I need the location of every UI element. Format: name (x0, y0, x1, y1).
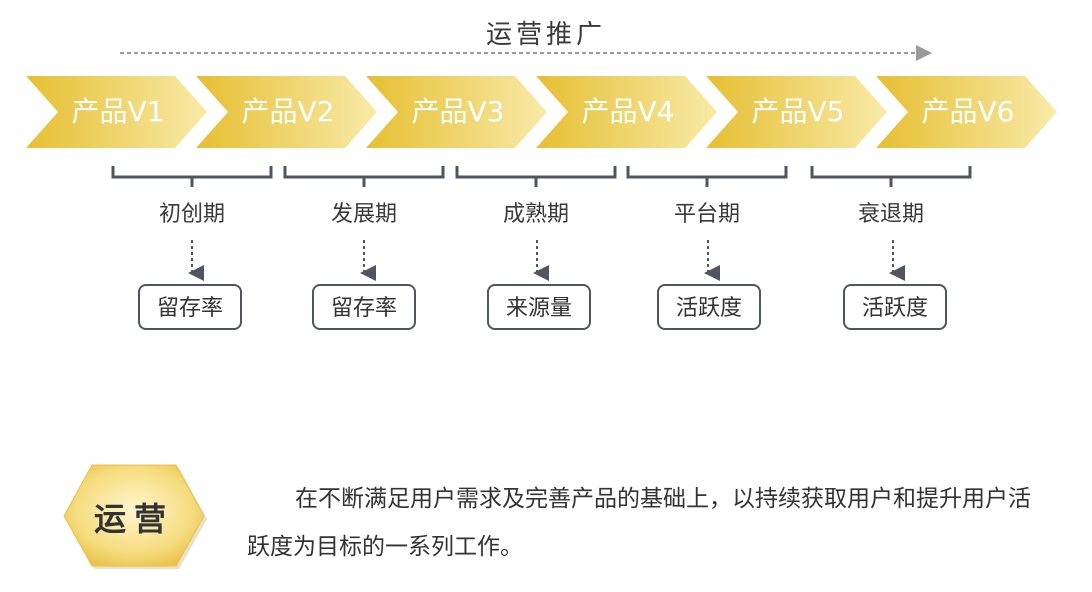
stage-arrows (188, 240, 905, 281)
stage-brackets (111, 166, 972, 187)
bracket-2 (283, 166, 445, 187)
bracket-1 (111, 166, 273, 187)
version-label-6: 产品V6 (921, 95, 1015, 128)
stage-label-3: 成熟期 (502, 202, 569, 227)
metric-box-1: 留存率 (138, 284, 242, 330)
version-label-3: 产品V3 (411, 95, 505, 128)
version-label-1: 产品V1 (71, 95, 165, 128)
stage-label-4: 平台期 (673, 202, 740, 227)
version-label-4: 产品V4 (581, 95, 675, 128)
stage-label-2: 发展期 (330, 202, 397, 227)
version-label-2: 产品V2 (241, 95, 335, 128)
stage-label-5: 衰退期 (857, 202, 924, 227)
bracket-5 (810, 166, 972, 187)
version-label-5: 产品V5 (751, 95, 845, 128)
badge-label: 运营 (93, 500, 174, 538)
metric-box-4: 活跃度 (657, 284, 761, 330)
metric-box-2: 留存率 (312, 284, 416, 330)
bracket-3 (455, 166, 617, 187)
top-label: 运营推广 (485, 20, 606, 50)
stage-label-1: 初创期 (158, 202, 225, 227)
metric-box-3: 来源量 (487, 284, 591, 330)
bracket-4 (626, 166, 788, 187)
description-text: 在不断满足用户需求及完善产品的基础上，以持续获取用户和提升用户活跃度为目标的一系… (247, 486, 1031, 560)
metric-box-5: 活跃度 (843, 284, 947, 330)
